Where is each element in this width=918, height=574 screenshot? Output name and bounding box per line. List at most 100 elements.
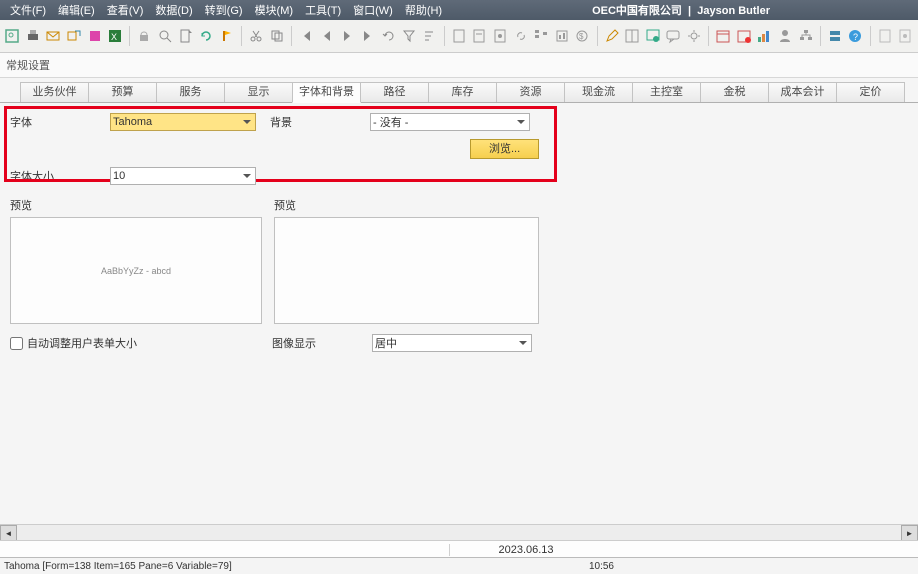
auto-resize-checkbox[interactable]: 自动调整用户表单大小 <box>10 335 272 351</box>
tab-inventory[interactable]: 库存 <box>428 82 497 102</box>
settings-icon[interactable] <box>897 26 914 46</box>
menu-file[interactable]: 文件(F) <box>4 2 52 18</box>
user-icon[interactable] <box>777 26 794 46</box>
scroll-left-button[interactable]: ◄ <box>0 525 17 541</box>
tab-cost[interactable]: 成本会计 <box>768 82 837 102</box>
fax-icon[interactable] <box>86 26 103 46</box>
tab-budget[interactable]: 预算 <box>88 82 157 102</box>
menu-edit[interactable]: 编辑(E) <box>52 2 101 18</box>
menu-view[interactable]: 查看(V) <box>101 2 150 18</box>
menu-data[interactable]: 数据(D) <box>149 2 198 18</box>
tab-pricing[interactable]: 定价 <box>836 82 905 102</box>
help-icon[interactable]: ? <box>847 26 864 46</box>
note-icon[interactable] <box>877 26 894 46</box>
scroll-right-button[interactable]: ► <box>901 525 918 541</box>
svg-text:X: X <box>111 32 117 42</box>
report-icon[interactable] <box>553 26 570 46</box>
chart-icon[interactable] <box>756 26 773 46</box>
toolbar: X $ ? <box>0 20 918 53</box>
last-icon[interactable] <box>359 26 376 46</box>
doc2-icon[interactable] <box>471 26 488 46</box>
font-size-label: 字体大小 <box>10 168 110 184</box>
money-icon[interactable]: $ <box>574 26 591 46</box>
image-display-label: 图像显示 <box>272 335 372 351</box>
font-combo-value: Tahoma <box>113 116 243 128</box>
chevron-down-icon <box>519 341 527 345</box>
tab-path[interactable]: 路径 <box>360 82 429 102</box>
excel-icon[interactable]: X <box>107 26 124 46</box>
font-label: 字体 <box>10 114 110 130</box>
flag-icon[interactable] <box>218 26 235 46</box>
tree-icon[interactable] <box>533 26 550 46</box>
preview-left-box: AaBbYyZz - abcd <box>10 217 262 324</box>
chevron-down-icon <box>243 120 251 124</box>
status-bar: Tahoma [Form=138 Item=165 Pane=6 Variabl… <box>0 557 918 574</box>
org-icon[interactable] <box>797 26 814 46</box>
status-text: Tahoma [Form=138 Item=165 Pane=6 Variabl… <box>4 561 232 572</box>
message-icon[interactable] <box>665 26 682 46</box>
tab-cashflow[interactable]: 现金流 <box>564 82 633 102</box>
background-label: 背景 <box>270 114 370 130</box>
link-icon[interactable] <box>512 26 529 46</box>
edit-icon[interactable] <box>603 26 620 46</box>
tab-cockpit[interactable]: 主控室 <box>632 82 701 102</box>
tab-strip: 业务伙伴 预算 服务 显示 字体和背景 路径 库存 资源 现金流 主控室 金税 … <box>0 82 918 103</box>
svg-text:?: ? <box>853 32 858 42</box>
image-display-value: 居中 <box>375 335 519 351</box>
preview-sample-text: AaBbYyZz - abcd <box>101 266 171 276</box>
next-icon[interactable] <box>339 26 356 46</box>
page-title: 常规设置 <box>0 53 918 78</box>
export-icon[interactable] <box>66 26 83 46</box>
refresh-icon[interactable] <box>198 26 215 46</box>
image-display-combo[interactable]: 居中 <box>372 334 532 352</box>
preview-left-label: 预览 <box>10 197 262 213</box>
copy-icon[interactable] <box>268 26 285 46</box>
print-icon[interactable] <box>25 26 42 46</box>
font-size-combo[interactable]: 10 <box>110 167 256 185</box>
background-combo[interactable]: - 没有 - <box>370 113 530 131</box>
chevron-down-icon <box>243 174 251 178</box>
browse-button[interactable]: 浏览... <box>470 139 539 159</box>
query-icon[interactable] <box>644 26 661 46</box>
layout-icon[interactable] <box>624 26 641 46</box>
font-combo[interactable]: Tahoma <box>110 113 256 131</box>
doc1-icon[interactable] <box>451 26 468 46</box>
filter-icon[interactable] <box>401 26 418 46</box>
footer-date: 2023.06.13 <box>449 544 602 556</box>
svg-text:$: $ <box>579 32 584 41</box>
menu-goto[interactable]: 转到(G) <box>199 2 249 18</box>
mail-icon[interactable] <box>45 26 62 46</box>
menu-window[interactable]: 窗口(W) <box>347 2 399 18</box>
new-icon[interactable] <box>177 26 194 46</box>
server-icon[interactable] <box>827 26 844 46</box>
auto-resize-input[interactable] <box>10 337 23 350</box>
tab-resource[interactable]: 资源 <box>496 82 565 102</box>
menu-tools[interactable]: 工具(T) <box>299 2 347 18</box>
preview-right-box <box>274 217 539 324</box>
doc3-icon[interactable] <box>492 26 509 46</box>
tab-bp[interactable]: 业务伙伴 <box>20 82 89 102</box>
tab-service[interactable]: 服务 <box>156 82 225 102</box>
prev-icon[interactable] <box>318 26 335 46</box>
chevron-down-icon <box>517 120 525 124</box>
tab-tax[interactable]: 金税 <box>700 82 769 102</box>
tab-display[interactable]: 显示 <box>224 82 293 102</box>
lock-icon[interactable] <box>136 26 153 46</box>
search-icon[interactable] <box>157 26 174 46</box>
auto-resize-label: 自动调整用户表单大小 <box>27 335 137 351</box>
preview-icon[interactable] <box>4 26 21 46</box>
tab-fontbg[interactable]: 字体和背景 <box>292 82 361 103</box>
font-size-value: 10 <box>113 170 243 182</box>
tools-icon[interactable] <box>686 26 703 46</box>
cut-icon[interactable] <box>248 26 265 46</box>
menu-help[interactable]: 帮助(H) <box>399 2 448 18</box>
sort-icon[interactable] <box>421 26 438 46</box>
first-icon[interactable] <box>298 26 315 46</box>
preview-right-label: 预览 <box>274 197 539 213</box>
undo-icon[interactable] <box>380 26 397 46</box>
menu-module[interactable]: 模块(M) <box>249 2 300 18</box>
content-pane: 字体 Tahoma 背景 - 没有 - 浏览... 字体大小 10 预览 AaB… <box>0 103 918 362</box>
status-time: 10:56 <box>589 561 614 572</box>
calendar-icon[interactable] <box>715 26 732 46</box>
alert-icon[interactable] <box>736 26 753 46</box>
